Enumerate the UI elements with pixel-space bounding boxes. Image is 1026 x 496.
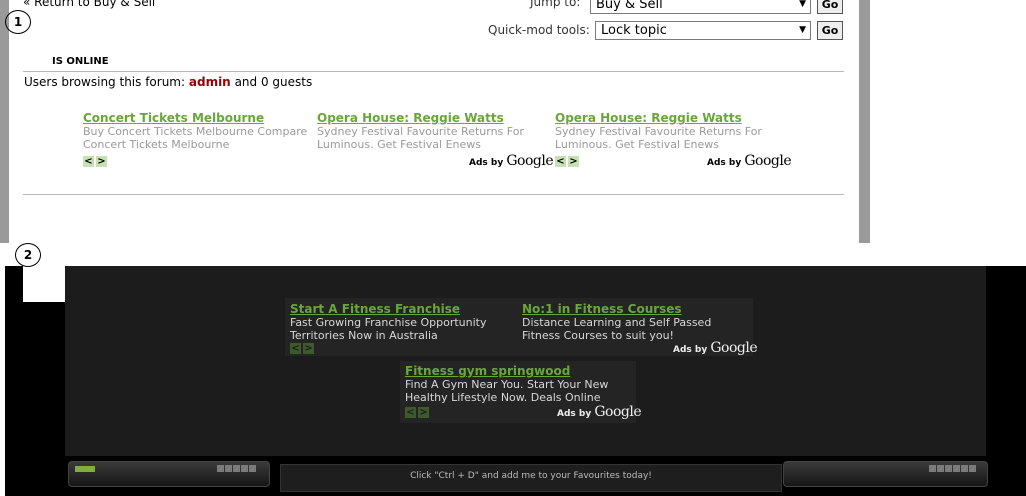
who-is-online-heading: IS ONLINE (52, 56, 109, 67)
dropdown-arrow-icon: ▼ (799, 0, 806, 9)
ad-description: Sydney Festival Favourite Returns For (317, 125, 524, 138)
annotation-label: 1 (5, 10, 31, 34)
footer-message-bar: Click "Ctrl + D" and add me to your Favo… (280, 464, 782, 492)
browsing-suffix: and 0 guests (234, 75, 313, 89)
ad-description: Find A Gym Near You. Start Your New (405, 378, 609, 391)
ad-description: Fast Growing Franchise Opportunity (290, 316, 487, 329)
next-arrow-icon[interactable]: > (568, 156, 579, 167)
ad-description: Healthy Lifestyle Now. Deals Online (405, 391, 601, 404)
ads-by-google[interactable]: Ads by Google (673, 340, 758, 356)
ad-title-link[interactable]: Opera House: Reggie Watts (317, 111, 504, 125)
ad-title-link[interactable]: Opera House: Reggie Watts (555, 111, 742, 125)
ad-description: Fitness Courses to suit you! (522, 329, 674, 342)
ad-description: Luminous. Get Festival Enews (317, 138, 481, 151)
ad-description: Luminous. Get Festival Enews (555, 138, 719, 151)
divider (23, 194, 844, 195)
ad-nav: < > (83, 156, 107, 167)
prev-arrow-icon[interactable]: < (405, 407, 416, 418)
next-arrow-icon[interactable]: > (303, 343, 314, 354)
forum-page: « Return to Buy & Sell Jump to: Buy & Se… (9, 0, 859, 243)
forum-panel-screenshot: « Return to Buy & Sell Jump to: Buy & Se… (0, 0, 870, 243)
annotation-label: 2 (15, 243, 41, 267)
users-browsing-line: Users browsing this forum: admin and 0 g… (24, 75, 312, 89)
ad-nav: < > (405, 407, 429, 418)
ad-description: Concert Tickets Melbourne (83, 138, 230, 151)
ad-description: Distance Learning and Self Passed (522, 316, 712, 329)
jump-go-button[interactable]: Go (817, 0, 843, 14)
ad-title-link[interactable]: Concert Tickets Melbourne (83, 111, 264, 125)
ad-title-link[interactable]: Start A Fitness Franchise (290, 302, 460, 316)
quickmod-select[interactable]: Lock topic ▼ (595, 21, 811, 40)
next-arrow-icon[interactable]: > (418, 407, 429, 418)
google-logo: Google (506, 153, 554, 169)
jump-to-select[interactable]: Buy & Sell ▼ (590, 0, 811, 14)
ad-title-link[interactable]: No:1 in Fitness Courses (522, 302, 682, 316)
browsing-prefix: Users browsing this forum: (24, 75, 186, 89)
ads-by-label: Ads by (673, 345, 708, 355)
quickmod-go-button[interactable]: Go (817, 21, 843, 40)
dark-theme-screenshot: Start A Fitness Franchise Fast Growing F… (5, 266, 1026, 496)
google-logo: Google (710, 340, 758, 356)
ads-by-google[interactable]: Ads by Google (557, 404, 642, 420)
ads-by-label: Ads by (707, 158, 742, 168)
ad-title-link[interactable]: Fitness gym springwood (405, 364, 570, 378)
quickmod-value: Lock topic (601, 23, 667, 38)
divider (23, 71, 844, 72)
return-link[interactable]: « Return to Buy & Sell (23, 0, 155, 9)
ad-nav: < > (290, 343, 314, 354)
bookmark-hint: Click "Ctrl + D" and add me to your Favo… (410, 471, 652, 481)
footer-right-bar (783, 461, 988, 487)
jump-to-label: Jump to: (530, 0, 581, 9)
jump-to-value: Buy & Sell (596, 0, 663, 12)
admin-user-link[interactable]: admin (189, 75, 231, 89)
footer-left-bar (68, 461, 270, 487)
ads-by-google[interactable]: Ads by Google (469, 153, 554, 169)
ad-description: Buy Concert Tickets Melbourne Compare (83, 125, 308, 138)
ad-nav: < > (555, 156, 579, 167)
progress-indicator (75, 466, 95, 472)
quickmod-label: Quick-mod tools: (488, 23, 590, 37)
google-logo: Google (744, 153, 792, 169)
background-gap (23, 266, 65, 302)
ad-description: Sydney Festival Favourite Returns For (555, 125, 762, 138)
dark-page: Start A Fitness Franchise Fast Growing F… (65, 266, 986, 456)
dropdown-arrow-icon: ▼ (799, 25, 806, 35)
footer-controls (929, 465, 976, 472)
prev-arrow-icon[interactable]: < (555, 156, 566, 167)
prev-arrow-icon[interactable]: < (83, 156, 94, 167)
ads-by-google[interactable]: Ads by Google (707, 153, 792, 169)
ad-description: Territories Now in Australia (290, 329, 438, 342)
google-logo: Google (594, 404, 642, 420)
ads-by-label: Ads by (557, 409, 592, 419)
next-arrow-icon[interactable]: > (96, 156, 107, 167)
ads-by-label: Ads by (469, 158, 504, 168)
prev-arrow-icon[interactable]: < (290, 343, 301, 354)
footer-controls (217, 465, 256, 472)
